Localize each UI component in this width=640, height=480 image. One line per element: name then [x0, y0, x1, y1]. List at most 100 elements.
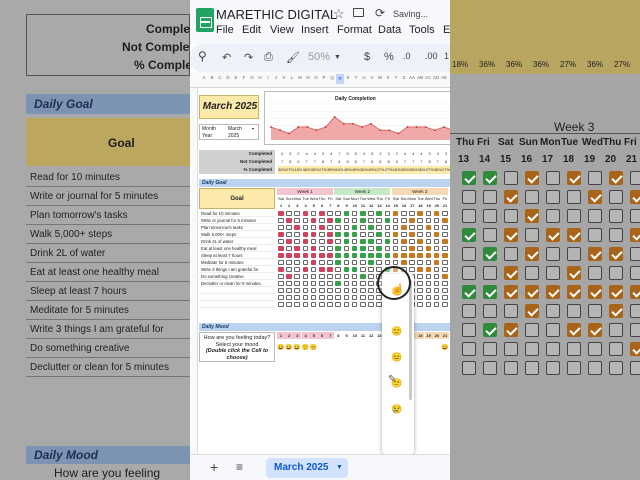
goal-checkbox[interactable]	[425, 210, 432, 217]
goal-checkbox[interactable]	[343, 280, 350, 287]
goal-checkbox[interactable]	[294, 273, 300, 280]
menu-extensions[interactable]: Ex	[443, 24, 450, 36]
goal-checkbox[interactable]	[425, 252, 432, 259]
goal-checkbox[interactable]	[433, 294, 440, 301]
goal-checkbox[interactable]	[278, 259, 284, 266]
goal-checkbox[interactable]	[294, 301, 300, 308]
column-letter[interactable]: C	[216, 75, 224, 80]
mood-cell[interactable]	[416, 345, 423, 352]
menu-edit[interactable]: Edit	[242, 24, 261, 36]
goal-row-empty[interactable]	[199, 287, 275, 294]
year-value[interactable]: 2025	[228, 133, 239, 139]
goal-checkbox[interactable]	[294, 231, 300, 238]
goal-checkbox[interactable]	[417, 266, 423, 273]
goal-checkbox[interactable]	[351, 266, 358, 273]
goal-checkbox[interactable]	[343, 287, 350, 294]
goal-checkbox[interactable]	[351, 238, 358, 245]
goal-checkbox[interactable]	[409, 245, 415, 252]
column-letter[interactable]: K	[280, 75, 288, 80]
chevron-down-icon[interactable]: ▼	[334, 54, 341, 61]
goal-checkbox[interactable]	[327, 224, 333, 231]
goal-checkbox[interactable]	[335, 287, 341, 294]
goal-checkbox[interactable]	[351, 217, 358, 224]
mood-option-smile[interactable]: 🙂	[390, 324, 404, 338]
dropdown-scrollbar[interactable]	[409, 280, 412, 400]
goal-checkbox[interactable]	[392, 252, 399, 259]
goal-checkbox[interactable]	[319, 245, 325, 252]
goal-checkbox[interactable]	[384, 210, 391, 217]
column-letter[interactable]: I	[264, 75, 272, 80]
goal-checkbox[interactable]	[433, 245, 440, 252]
mood-cell[interactable]	[351, 345, 358, 352]
goal-checkbox[interactable]	[442, 273, 448, 280]
goal-checkbox[interactable]	[319, 217, 325, 224]
goal-checkbox[interactable]	[417, 245, 423, 252]
goal-checkbox[interactable]	[425, 280, 432, 287]
goal-checkbox[interactable]	[294, 245, 300, 252]
column-letter[interactable]: F	[240, 75, 248, 80]
goal-checkbox[interactable]	[425, 217, 432, 224]
goal-checkbox[interactable]	[433, 301, 440, 308]
goal-checkbox[interactable]	[310, 224, 317, 231]
goal-checkbox[interactable]	[294, 217, 300, 224]
goal-checkbox[interactable]	[343, 238, 350, 245]
menu-tools[interactable]: Tools	[409, 24, 435, 36]
goal-checkbox[interactable]	[335, 210, 341, 217]
goal-checkbox[interactable]	[360, 294, 366, 301]
goal-checkbox[interactable]	[278, 301, 284, 308]
goal-checkbox[interactable]	[294, 259, 300, 266]
goal-checkbox[interactable]	[278, 217, 284, 224]
goal-checkbox[interactable]	[278, 252, 284, 259]
goal-checkbox[interactable]	[335, 266, 341, 273]
goal-checkbox[interactable]	[319, 266, 325, 273]
column-letter[interactable]: D	[224, 75, 232, 80]
goal-checkbox[interactable]	[286, 287, 292, 294]
goal-checkbox[interactable]	[319, 238, 325, 245]
goal-checkbox[interactable]	[376, 245, 382, 252]
mood-cell[interactable]: 😄	[441, 345, 448, 352]
goal-checkbox[interactable]	[351, 294, 358, 301]
undo-icon[interactable]: ↶	[222, 51, 231, 64]
goal-checkbox[interactable]	[351, 231, 358, 238]
goal-checkbox[interactable]	[319, 301, 325, 308]
goal-checkbox[interactable]	[286, 259, 292, 266]
goal-checkbox[interactable]	[327, 259, 333, 266]
goal-checkbox[interactable]	[433, 280, 440, 287]
goal-checkbox[interactable]	[343, 245, 350, 252]
goal-checkbox[interactable]	[351, 252, 358, 259]
goal-checkbox[interactable]	[310, 245, 317, 252]
goal-checkbox[interactable]	[343, 259, 350, 266]
goal-checkbox[interactable]	[384, 238, 391, 245]
goal-checkbox[interactable]	[278, 238, 284, 245]
goal-checkbox[interactable]	[392, 259, 399, 266]
goal-checkbox[interactable]	[360, 245, 366, 252]
goal-checkbox[interactable]	[360, 273, 366, 280]
goal-checkbox[interactable]	[302, 259, 309, 266]
goal-checkbox[interactable]	[409, 224, 415, 231]
goal-checkbox[interactable]	[278, 266, 284, 273]
goal-checkbox[interactable]	[302, 238, 309, 245]
goal-checkbox[interactable]	[343, 294, 350, 301]
goal-row-empty[interactable]	[199, 294, 275, 301]
goal-checkbox[interactable]	[343, 252, 350, 259]
goal-checkbox[interactable]	[384, 217, 391, 224]
goal-checkbox[interactable]	[425, 245, 432, 252]
column-letter[interactable]: N	[304, 75, 312, 80]
menu-file[interactable]: File	[216, 24, 234, 36]
column-letter[interactable]: A	[200, 75, 208, 80]
goal-checkbox[interactable]	[384, 224, 391, 231]
star-icon[interactable]: ☆	[333, 6, 345, 22]
goal-checkbox[interactable]	[278, 224, 284, 231]
goal-checkbox[interactable]	[319, 259, 325, 266]
column-letter[interactable]: G	[248, 75, 256, 80]
mood-option-sad[interactable]: 😢	[390, 402, 404, 416]
goal-checkbox[interactable]	[294, 294, 300, 301]
goal-checkbox[interactable]	[368, 252, 374, 259]
goal-checkbox[interactable]	[343, 231, 350, 238]
goal-checkbox[interactable]	[409, 252, 415, 259]
goal-checkbox[interactable]	[351, 280, 358, 287]
goal-checkbox[interactable]	[310, 301, 317, 308]
column-letter[interactable]: U	[360, 75, 368, 80]
goal-checkbox[interactable]	[327, 294, 333, 301]
column-letter[interactable]: P	[320, 75, 328, 80]
